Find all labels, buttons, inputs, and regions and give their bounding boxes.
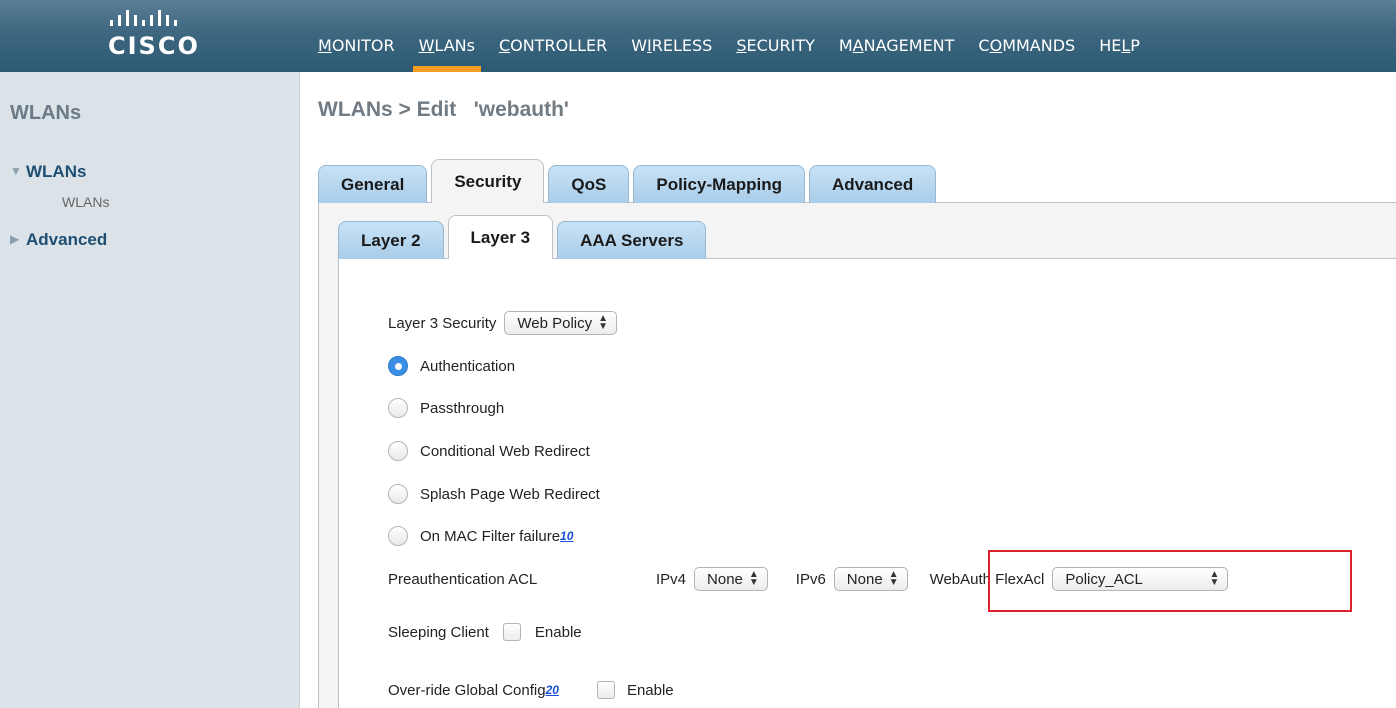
- sidebar-subitem-wlans[interactable]: WLANs: [62, 194, 109, 210]
- cisco-bars-icon: [110, 10, 177, 26]
- splash-page-web-redirect-radio[interactable]: [388, 484, 408, 504]
- option-splash-page-web-redirect: Splash Page Web Redirect: [388, 484, 600, 504]
- tab-general[interactable]: General: [318, 165, 428, 203]
- layer3-security-label: Layer 3 Security: [388, 314, 497, 332]
- tab-security[interactable]: Security: [431, 159, 545, 203]
- conditional-web-redirect-radio[interactable]: [388, 441, 408, 461]
- nav-controller[interactable]: CONTROLLER: [499, 0, 607, 72]
- ipv6-acl-select[interactable]: None ▲ ▼: [833, 567, 908, 591]
- mac-filter-failure-label: On MAC Filter failure: [420, 527, 561, 545]
- option-conditional-web-redirect: Conditional Web Redirect: [388, 441, 590, 461]
- footnote-link-20[interactable]: 20: [546, 683, 559, 697]
- override-global-config-row: Over-ride Global Config 20 Enable: [388, 681, 674, 699]
- footnote-link-10[interactable]: 10: [560, 529, 573, 543]
- ipv6-label: IPv6: [795, 570, 826, 588]
- sleeping-client-enable-label: Enable: [534, 623, 582, 641]
- nav-security[interactable]: SECURITY: [736, 0, 815, 72]
- nav-management[interactable]: MANAGEMENT: [839, 0, 955, 72]
- passthrough-label: Passthrough: [420, 399, 505, 417]
- ipv4-label: IPv4: [656, 570, 687, 588]
- sidebar-item-wlans[interactable]: ▼ WLANs: [10, 162, 86, 182]
- mac-filter-failure-radio[interactable]: [388, 526, 408, 546]
- sidebar-title: WLANs: [10, 102, 82, 124]
- subtab-layer3[interactable]: Layer 3: [447, 215, 554, 259]
- top-navigation-bar: CISCO MONITOR WLANs CONTROLLER WIRELESS …: [0, 0, 1396, 72]
- page-title: WLANs > Edit 'webauth': [318, 98, 569, 121]
- triangle-right-icon: ▶: [10, 232, 20, 246]
- override-enable-label: Enable: [626, 681, 674, 699]
- select-arrows-icon: ▲ ▼: [748, 569, 759, 588]
- option-mac-filter-failure: On MAC Filter failure 10: [388, 526, 573, 546]
- sidebar: WLANs ▼ WLANs WLANs ▶ Advanced: [0, 72, 300, 708]
- override-global-config-label: Over-ride Global Config: [388, 681, 546, 699]
- nav-wlans[interactable]: WLANs: [412, 0, 482, 72]
- select-arrows-icon: ▲ ▼: [888, 569, 899, 588]
- logo-text: CISCO: [108, 32, 200, 60]
- sleeping-client-checkbox[interactable]: [502, 623, 521, 641]
- tab-qos[interactable]: QoS: [548, 165, 630, 203]
- main-menu: MONITOR WLANs CONTROLLER WIRELESS SECURI…: [318, 0, 1140, 72]
- ipv4-acl-select[interactable]: None ▲ ▼: [694, 567, 768, 591]
- passthrough-radio[interactable]: [388, 398, 408, 418]
- subtab-layer2[interactable]: Layer 2: [338, 221, 444, 259]
- nav-wireless[interactable]: WIRELESS: [631, 0, 712, 72]
- cisco-logo: CISCO: [108, 10, 198, 65]
- wlan-tabs: General Security QoS Policy-Mapping Adva…: [318, 159, 940, 203]
- override-global-config-checkbox[interactable]: [596, 681, 615, 699]
- conditional-web-redirect-label: Conditional Web Redirect: [420, 442, 590, 460]
- subtab-aaa-servers[interactable]: AAA Servers: [557, 221, 707, 259]
- select-arrows-icon: ▲ ▼: [598, 313, 609, 332]
- highlight-box: [988, 550, 1352, 612]
- authentication-radio[interactable]: [388, 356, 408, 376]
- option-passthrough: Passthrough: [388, 398, 504, 418]
- nav-help[interactable]: HELP: [1099, 0, 1140, 72]
- nav-monitor[interactable]: MONITOR: [318, 0, 395, 72]
- nav-commands[interactable]: COMMANDS: [978, 0, 1075, 72]
- sidebar-item-advanced[interactable]: ▶ Advanced: [10, 230, 107, 250]
- layer3-security-row: Layer 3 Security Web Policy ▲ ▼: [388, 311, 618, 335]
- sleeping-client-label: Sleeping Client: [388, 623, 489, 641]
- option-authentication: Authentication: [388, 356, 515, 376]
- authentication-label: Authentication: [420, 357, 516, 375]
- layer3-security-select[interactable]: Web Policy ▲ ▼: [504, 311, 618, 335]
- triangle-down-icon: ▼: [10, 164, 22, 178]
- tab-advanced[interactable]: Advanced: [808, 165, 937, 203]
- splash-page-web-redirect-label: Splash Page Web Redirect: [420, 485, 600, 503]
- security-subtabs: Layer 2 Layer 3 AAA Servers: [338, 215, 710, 259]
- tab-policy-mapping[interactable]: Policy-Mapping: [633, 165, 805, 203]
- preauth-acl-label: Preauthentication ACL: [388, 570, 538, 588]
- sleeping-client-row: Sleeping Client Enable: [388, 623, 582, 641]
